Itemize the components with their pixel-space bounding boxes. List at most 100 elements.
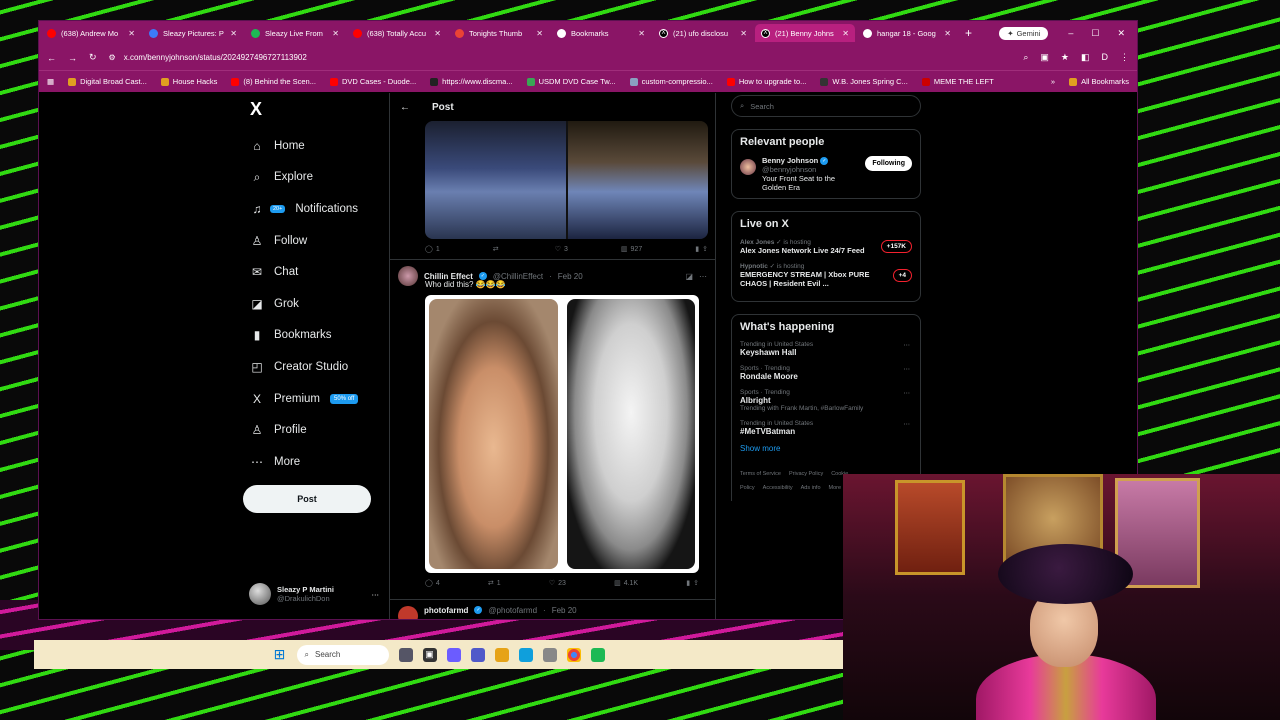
apps-icon[interactable]: ▦ xyxy=(47,77,54,86)
reply-button[interactable]: ◯ 1 xyxy=(425,245,440,254)
forward-icon[interactable]: → xyxy=(68,53,77,63)
repost-button[interactable]: ⇄ xyxy=(493,245,502,253)
widgets-icon[interactable] xyxy=(398,647,413,662)
nav-item-explore[interactable]: ⌕ Explore xyxy=(244,162,384,194)
bookmark-item[interactable]: https://www.discma... xyxy=(430,77,513,86)
grok-icon[interactable]: ◪ xyxy=(685,272,693,281)
tab[interactable]: (638) Totally Accu ✕ xyxy=(347,24,447,42)
zoom-icon[interactable]: ⌕ xyxy=(1023,52,1028,63)
nav-item-bookmarks[interactable]: ▮ Bookmarks xyxy=(244,320,384,352)
profile-avatar[interactable]: D xyxy=(1102,52,1109,63)
reply-button[interactable]: ◯ 4 xyxy=(425,579,440,588)
tab[interactable]: Tonights Thumb ✕ xyxy=(449,24,549,42)
person-name[interactable]: Benny Johnson xyxy=(762,156,818,165)
account-switcher[interactable]: Sleazy P Martini @DrakulichDon ⋯ xyxy=(249,583,379,605)
close-tab-icon[interactable]: ✕ xyxy=(842,29,849,38)
close-tab-icon[interactable]: ✕ xyxy=(536,29,543,38)
live-item[interactable]: Alex Jones ✓ is hosting Alex Jones Networ… xyxy=(740,238,912,255)
close-tab-icon[interactable]: ✕ xyxy=(638,29,645,38)
close-tab-icon[interactable]: ✕ xyxy=(434,29,441,38)
taskbar-search[interactable]: ⌕ Search xyxy=(296,644,389,665)
close-tab-icon[interactable]: ✕ xyxy=(740,29,747,38)
bookmark-item[interactable]: How to upgrade to... xyxy=(726,77,806,86)
like-button[interactable]: ♡ 23 xyxy=(549,579,566,588)
tweet-media[interactable] xyxy=(425,121,708,239)
tweet-handle[interactable]: @photofarmd xyxy=(488,606,537,619)
footer-link[interactable]: Terms of Service xyxy=(740,471,781,477)
share-buttons[interactable]: ▮ ⇪ xyxy=(695,245,708,253)
cast-icon[interactable]: ▣ xyxy=(1040,52,1049,63)
nav-item-follow[interactable]: ♙ Follow xyxy=(244,225,384,257)
tweet[interactable]: photofarmd ✓ @photofarmd · Feb 20 xyxy=(390,599,715,619)
tab[interactable]: X (21) ufo disclosu ✕ xyxy=(653,24,753,42)
bookmark-item[interactable]: (8) Behind the Scen... xyxy=(231,77,316,86)
avatar[interactable] xyxy=(398,606,418,619)
like-button[interactable]: ♡ 3 xyxy=(555,245,568,254)
tweet-date[interactable]: Feb 20 xyxy=(552,606,577,619)
post-button[interactable]: Post xyxy=(243,485,371,513)
task-view-icon[interactable]: ▣ xyxy=(422,647,437,662)
nav-item-chat[interactable]: ✉ Chat xyxy=(244,256,384,288)
x-logo-icon[interactable]: X xyxy=(250,99,384,120)
sidepanel-icon[interactable]: ◧ xyxy=(1081,52,1090,63)
avatar[interactable] xyxy=(740,159,756,175)
back-arrow-icon[interactable]: ← xyxy=(400,102,410,113)
all-bookmarks[interactable]: All Bookmarks xyxy=(1069,77,1129,86)
trend-item[interactable]: Trending in United States Keyshawn Hall ⋯ xyxy=(740,341,912,357)
close-tab-icon[interactable]: ✕ xyxy=(230,29,237,38)
more-icon[interactable]: ⋯ xyxy=(699,272,707,281)
reload-icon[interactable]: ↻ xyxy=(89,52,97,63)
views-button[interactable]: ▥ 4.1K xyxy=(614,579,638,588)
share-buttons[interactable]: ▮ ⇪ xyxy=(686,579,699,587)
tab[interactable]: (638) Andrew Mo ✕ xyxy=(41,24,141,42)
following-button[interactable]: Following xyxy=(865,156,912,171)
gemini-button[interactable]: ✦ Gemini xyxy=(999,26,1049,40)
bookmark-item[interactable]: House Hacks xyxy=(160,77,217,86)
nav-item-notifications[interactable]: ♫ 20+ Notifications xyxy=(244,193,384,225)
bookmarks-overflow-icon[interactable]: » xyxy=(1051,77,1055,86)
live-listener-count[interactable]: +4 xyxy=(892,268,912,282)
minimize-icon[interactable]: – xyxy=(1068,28,1073,39)
close-tab-icon[interactable]: ✕ xyxy=(332,29,339,38)
tab[interactable]: X (21) Benny Johns ✕ xyxy=(755,24,855,42)
more-icon[interactable]: ⋯ xyxy=(904,420,911,428)
person-row[interactable]: Benny Johnson ✓ @bennyjohnson Your Front… xyxy=(740,156,912,192)
nav-item-grok[interactable]: ◪ Grok xyxy=(244,288,384,320)
more-icon[interactable]: ⋯ xyxy=(372,590,380,599)
tab[interactable]: Bookmarks ✕ xyxy=(551,24,651,42)
trend-item[interactable]: Sports · Trending Albright Trending with F… xyxy=(740,389,912,412)
repost-button[interactable]: ⇄ 1 xyxy=(488,579,501,588)
teams-icon[interactable] xyxy=(470,647,485,662)
nav-item-creator-studio[interactable]: ◰ Creator Studio xyxy=(244,351,384,383)
tweet-date[interactable]: Feb 20 xyxy=(558,272,583,281)
more-icon[interactable]: ⋯ xyxy=(904,389,911,397)
settings-icon[interactable] xyxy=(542,647,557,662)
bookmark-star-icon[interactable]: ★ xyxy=(1061,52,1069,63)
tweet[interactable]: Chillin Effect ✓ @ChillinEffect · Feb 20… xyxy=(390,259,715,599)
bookmark-item[interactable]: MEME THE LEFT xyxy=(921,77,994,86)
footer-link[interactable]: Privacy Policy xyxy=(789,471,823,477)
nav-item-more[interactable]: ⋯ More xyxy=(244,446,384,478)
nav-item-home[interactable]: ⌂ Home xyxy=(244,130,384,162)
more-icon[interactable]: ⋯ xyxy=(904,365,911,373)
footer-link[interactable]: Ads info xyxy=(801,485,821,491)
back-icon[interactable]: ← xyxy=(47,53,56,63)
tweet-author[interactable]: photofarmd xyxy=(424,606,468,619)
trend-item[interactable]: Trending in United States #MeTVBatman ⋯ xyxy=(740,420,912,436)
footer-link[interactable]: Accessibility xyxy=(763,485,793,491)
address-bar[interactable]: ⚙ x.com/bennyjohnson/status/2024927496727… xyxy=(109,53,1012,62)
nav-item-profile[interactable]: ♙ Profile xyxy=(244,414,384,446)
bookmark-item[interactable]: DVD Cases - Duode... xyxy=(329,77,416,86)
live-listener-count[interactable]: +157K xyxy=(880,240,912,254)
maximize-icon[interactable]: ☐ xyxy=(1091,28,1099,39)
search-input[interactable]: ⌕ Search xyxy=(731,95,921,117)
copilot-icon[interactable] xyxy=(446,647,461,662)
live-item[interactable]: Hypnotic ✓ is hosting EMERGENCY STREAM | … xyxy=(740,262,912,288)
site-info-icon[interactable]: ⚙ xyxy=(109,53,116,62)
edge-icon[interactable] xyxy=(518,647,533,662)
trend-item[interactable]: Sports · Trending Rondale Moore ⋯ xyxy=(740,365,912,381)
avatar[interactable] xyxy=(398,266,418,286)
bookmark-item[interactable]: custom-compressio... xyxy=(629,77,713,86)
bookmark-item[interactable]: USDM DVD Case Tw... xyxy=(526,77,616,86)
close-tab-icon[interactable]: ✕ xyxy=(128,29,135,38)
